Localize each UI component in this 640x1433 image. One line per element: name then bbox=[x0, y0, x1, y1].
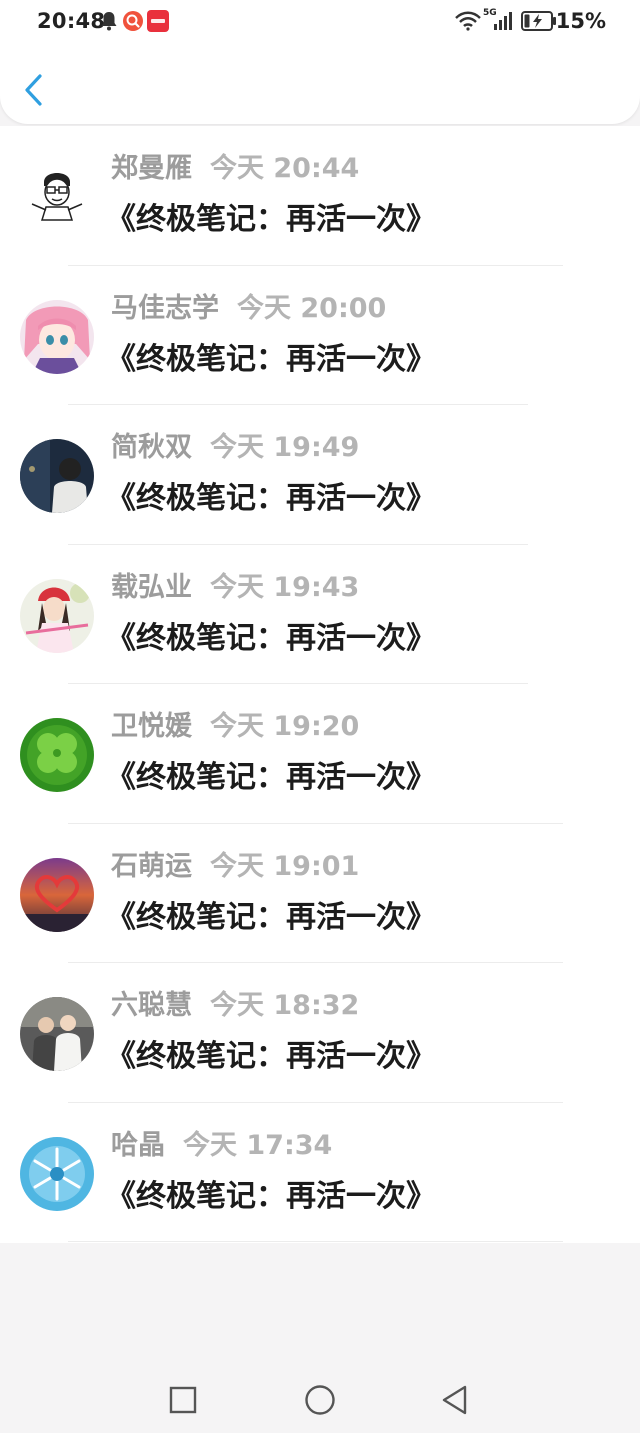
item-meta: 哈晶 今天 17:34 bbox=[111, 1129, 332, 1163]
divider bbox=[68, 1241, 563, 1242]
list-item[interactable]: 哈晶 今天 17:34 《终极笔记：再活一次》 bbox=[0, 1103, 640, 1242]
item-title: 《终极笔记：再活一次》 bbox=[106, 202, 436, 237]
list-item[interactable]: 六聪慧 今天 18:32 《终极笔记：再活一次》 bbox=[0, 963, 640, 1103]
item-title: 《终极笔记：再活一次》 bbox=[106, 760, 436, 795]
list-item[interactable]: 卫悦媛 今天 19:20 《终极笔记：再活一次》 bbox=[0, 684, 640, 824]
timestamp: 今天 19:49 bbox=[210, 432, 360, 463]
list-item[interactable]: 简秋双 今天 19:49 《终极笔记：再活一次》 bbox=[0, 405, 640, 545]
triangle-back-icon bbox=[442, 1385, 467, 1415]
chevron-left-icon bbox=[25, 74, 42, 106]
item-title: 《终极笔记：再活一次》 bbox=[106, 341, 436, 377]
battery-charging-icon bbox=[521, 11, 557, 33]
item-meta: 六聪慧 今天 18:32 bbox=[111, 989, 359, 1023]
item-title: 《终极笔记：再活一次》 bbox=[106, 481, 436, 516]
bell-icon bbox=[100, 11, 118, 33]
list-item[interactable]: 马佳志学 今天 20:00 《终极笔记：再活一次》 bbox=[0, 266, 640, 405]
sender-name: 郑曼雁 bbox=[111, 153, 192, 184]
item-title: 《终极笔记：再活一次》 bbox=[106, 899, 436, 935]
timestamp: 今天 17:34 bbox=[183, 1129, 333, 1161]
clover-avatar bbox=[20, 718, 94, 792]
battery-percentage: 15% bbox=[555, 9, 606, 33]
sender-name: 简秋双 bbox=[111, 432, 192, 463]
timestamp: 今天 19:43 bbox=[210, 571, 360, 603]
sender-name: 载弘业 bbox=[111, 571, 192, 603]
sender-name: 六聪慧 bbox=[111, 990, 192, 1021]
boy-back-avatar bbox=[20, 439, 94, 513]
timestamp: 今天 19:20 bbox=[210, 711, 360, 742]
item-title: 《终极笔记：再活一次》 bbox=[106, 1178, 436, 1214]
blue-snowflake-avatar bbox=[20, 1136, 94, 1211]
list-item[interactable]: 载弘业 今天 19:43 《终极笔记：再活一次》 bbox=[0, 545, 640, 684]
item-meta: 石萌运 今天 19:01 bbox=[111, 850, 359, 884]
sender-name: 卫悦媛 bbox=[111, 711, 192, 742]
header: 20:48 5G 15% bbox=[0, 0, 640, 124]
signal-icon bbox=[494, 12, 514, 34]
heart-sunset-avatar bbox=[20, 857, 94, 932]
recents-button[interactable] bbox=[162, 1380, 202, 1420]
app-screen: 20:48 5G 15% 郑曼雁 今天 20:44 《终极笔记：再活一次》 马佳… bbox=[0, 0, 640, 1433]
system-nav-bar bbox=[0, 1360, 640, 1433]
timestamp: 今天 20:44 bbox=[210, 153, 360, 184]
status-bar: 20:48 5G 15% bbox=[0, 0, 640, 44]
square-icon bbox=[169, 1386, 197, 1414]
system-back-button[interactable] bbox=[436, 1380, 476, 1420]
timestamp: 今天 19:01 bbox=[210, 850, 360, 882]
status-time: 20:48 bbox=[37, 9, 106, 33]
xiaohongshu-app-icon bbox=[147, 10, 169, 32]
list-item[interactable]: 郑曼雁 今天 20:44 《终极笔记：再活一次》 bbox=[0, 126, 640, 266]
item-meta: 载弘业 今天 19:43 bbox=[111, 571, 359, 605]
item-title: 《终极笔记：再活一次》 bbox=[106, 1039, 436, 1074]
timestamp: 今天 20:00 bbox=[237, 292, 387, 324]
anime-girl-avatar bbox=[20, 299, 94, 374]
home-button[interactable] bbox=[300, 1380, 340, 1420]
wifi-icon bbox=[455, 11, 481, 33]
girl-red-hat-avatar bbox=[20, 578, 94, 653]
cartoon-man-avatar bbox=[20, 160, 94, 234]
item-meta: 简秋双 今天 19:49 bbox=[111, 431, 359, 465]
couple-photo-avatar bbox=[20, 997, 94, 1071]
message-list: 郑曼雁 今天 20:44 《终极笔记：再活一次》 马佳志学 今天 20:00 《… bbox=[0, 126, 640, 1243]
back-button[interactable] bbox=[16, 68, 56, 112]
item-title: 《终极笔记：再活一次》 bbox=[106, 620, 436, 656]
circle-icon bbox=[305, 1385, 335, 1415]
item-meta: 郑曼雁 今天 20:44 bbox=[111, 152, 359, 186]
sender-name: 马佳志学 bbox=[111, 292, 219, 324]
timestamp: 今天 18:32 bbox=[210, 990, 360, 1021]
list-item[interactable]: 石萌运 今天 19:01 《终极笔记：再活一次》 bbox=[0, 824, 640, 963]
sender-name: 石萌运 bbox=[111, 850, 192, 882]
sender-name: 哈晶 bbox=[111, 1129, 165, 1161]
item-meta: 马佳志学 今天 20:00 bbox=[111, 292, 386, 326]
search-app-icon bbox=[122, 10, 144, 32]
item-meta: 卫悦媛 今天 19:20 bbox=[111, 710, 359, 744]
